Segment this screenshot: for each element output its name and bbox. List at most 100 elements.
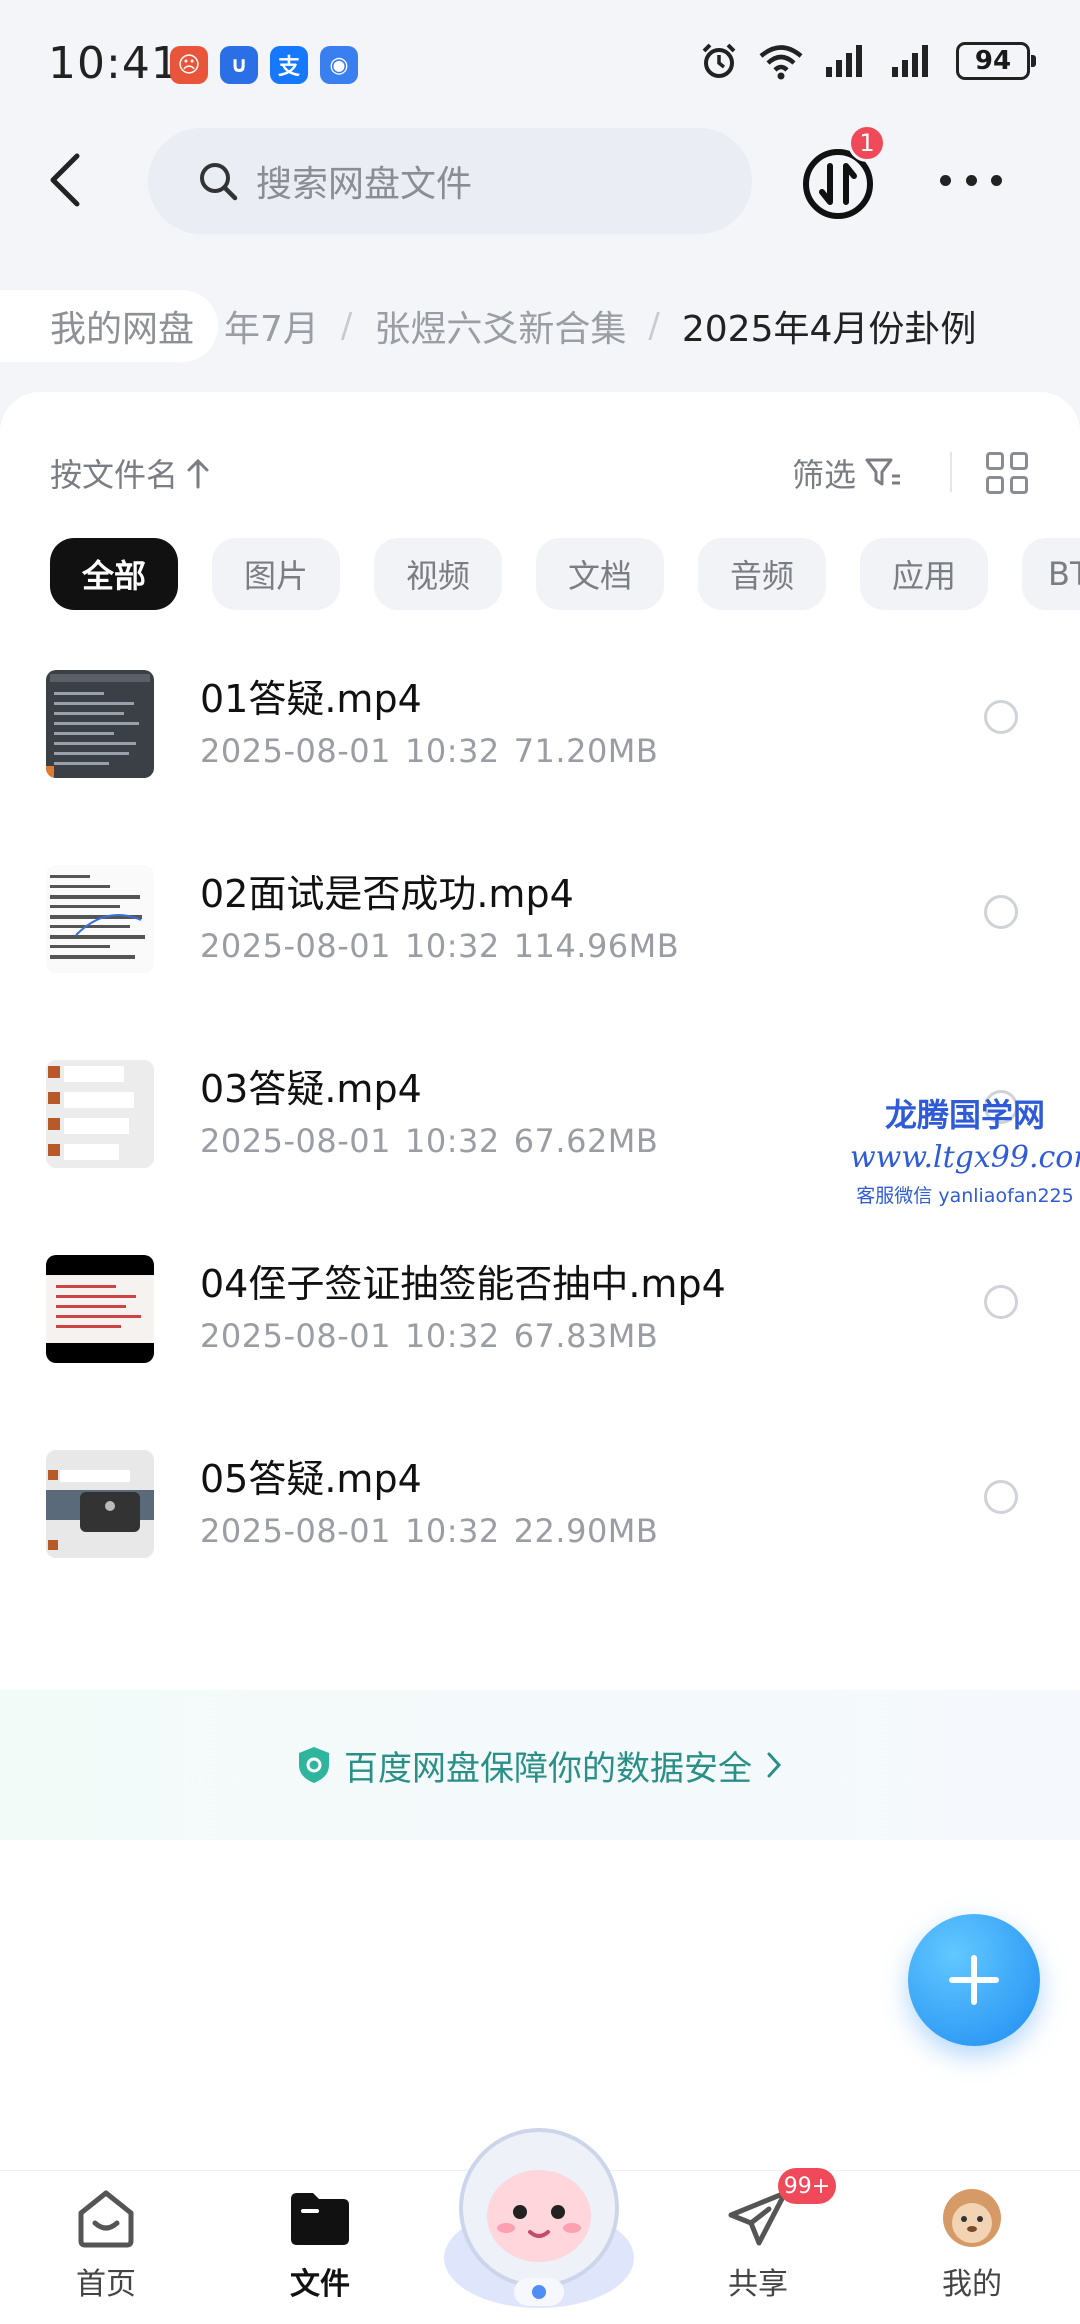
grid-icon: [1010, 452, 1028, 470]
app-notification-icon: ◉: [320, 46, 358, 84]
category-chips: 全部 图片 视频 文档 音频 应用 BT: [50, 538, 1080, 610]
app-notification-icon: ∪: [220, 46, 258, 84]
search-input[interactable]: 搜索网盘文件: [148, 128, 752, 234]
notification-icons: ☹ ∪ 支 ◉: [170, 46, 358, 84]
security-banner[interactable]: 百度网盘保障你的数据安全: [0, 1690, 1080, 1840]
search-icon: [200, 163, 238, 201]
grid-icon: [986, 476, 1004, 494]
avatar: [943, 2189, 1001, 2247]
file-date: 2025-08-01: [200, 1512, 391, 1550]
chip-all[interactable]: 全部: [50, 538, 178, 610]
chip-audio[interactable]: 音频: [698, 538, 826, 610]
more-dot-icon: [965, 174, 977, 186]
signal-icon: [892, 45, 928, 77]
breadcrumb-separator: /: [648, 306, 660, 346]
file-meta: 2025-08-01 10:32 71.20MB: [200, 732, 672, 770]
file-date: 2025-08-01: [200, 927, 391, 965]
video-thumbnail: [46, 1255, 154, 1363]
search-placeholder: 搜索网盘文件: [256, 164, 473, 205]
nav-files-label: 文件: [290, 2267, 350, 2302]
share-badge: 99+: [778, 2168, 836, 2204]
security-text: 百度网盘保障你的数据安全: [344, 1748, 752, 1789]
chip-videos[interactable]: 视频: [374, 538, 502, 610]
file-date: 2025-08-01: [200, 732, 391, 770]
nav-files[interactable]: 文件: [250, 2187, 390, 2303]
grid-view-button[interactable]: [986, 452, 1028, 494]
nav-share-label: 共享: [728, 2267, 788, 2302]
file-name: 01答疑.mp4: [200, 677, 422, 721]
chevron-left-icon: [50, 153, 80, 207]
system-status: 94: [700, 42, 1036, 80]
filter-label: 筛选: [792, 456, 857, 494]
file-date: 2025-08-01: [200, 1317, 391, 1355]
file-list-item[interactable]: 02面试是否成功.mp4 2025-08-01 10:32 114.96MB: [0, 847, 1080, 1042]
add-button[interactable]: [908, 1914, 1040, 2046]
file-time: 10:32: [404, 927, 500, 965]
more-dot-icon: [940, 174, 951, 186]
file-time: 10:32: [404, 732, 500, 770]
file-size: 67.83MB: [513, 1317, 659, 1355]
video-thumbnail: [46, 1450, 154, 1558]
file-meta: 2025-08-01 10:32 67.62MB: [200, 1122, 672, 1160]
file-name: 04侄子签证抽签能否抽中.mp4: [200, 1262, 726, 1306]
video-thumbnail: [46, 1060, 154, 1168]
file-time: 10:32: [404, 1317, 500, 1355]
watermark: 龙腾国学网 www.ltgx99.com 客服微信 yanliaofan225: [850, 1090, 1080, 1208]
breadcrumb-item[interactable]: 年7月: [224, 300, 319, 352]
watermark-contact: 客服微信 yanliaofan225: [856, 1185, 1074, 1207]
file-size: 114.96MB: [513, 927, 680, 965]
folder-icon: [291, 2193, 349, 2245]
arrow-up-icon: [187, 458, 209, 489]
sort-label: 按文件名: [50, 456, 179, 494]
mascot-assistant-button[interactable]: [434, 2108, 644, 2318]
mascot-icon: [444, 2128, 634, 2308]
filter-button[interactable]: 筛选: [792, 450, 902, 496]
toolbar-divider: [950, 452, 952, 492]
filter-icon: [865, 458, 901, 486]
file-list-item[interactable]: 04侄子签证抽签能否抽中.mp4 2025-08-01 10:32 67.83MB: [0, 1237, 1080, 1432]
select-radio[interactable]: [984, 895, 1018, 929]
watermark-title: 龙腾国学网: [884, 1096, 1045, 1134]
sort-button[interactable]: 按文件名: [50, 450, 210, 496]
status-bar: 10:41 ☹ ∪ 支 ◉ 94: [0, 0, 1080, 130]
back-button[interactable]: [30, 140, 100, 220]
file-list-item[interactable]: 05答疑.mp4 2025-08-01 10:32 22.90MB: [0, 1432, 1080, 1627]
chip-documents[interactable]: 文档: [536, 538, 664, 610]
nav-home[interactable]: 首页: [36, 2187, 176, 2303]
select-radio[interactable]: [984, 1285, 1018, 1319]
breadcrumb-separator: /: [340, 306, 353, 346]
file-name: 05答疑.mp4: [200, 1457, 422, 1501]
file-meta: 2025-08-01 10:32 114.96MB: [200, 927, 693, 965]
file-name: 03答疑.mp4: [200, 1067, 422, 1111]
nav-share[interactable]: 共享: [688, 2187, 828, 2303]
chevron-right-icon: [767, 1752, 782, 1778]
battery-indicator: 94: [956, 42, 1036, 80]
signal-icon: [826, 45, 862, 77]
file-time: 10:32: [404, 1122, 500, 1160]
breadcrumb-current: 2025年4月份卦例: [681, 309, 977, 350]
nav-me[interactable]: 我的: [902, 2187, 1042, 2303]
file-meta: 2025-08-01 10:32 67.83MB: [200, 1317, 672, 1355]
chip-apps[interactable]: 应用: [860, 538, 988, 610]
home-icon: [78, 2190, 134, 2248]
file-date: 2025-08-01: [200, 1122, 391, 1160]
breadcrumb-item[interactable]: 张煜六爻新合集: [374, 300, 626, 352]
breadcrumb-root[interactable]: 我的网盘: [0, 290, 219, 362]
status-time: 10:41: [48, 38, 180, 89]
grid-icon: [986, 452, 1004, 470]
chip-images[interactable]: 图片: [212, 538, 340, 610]
select-radio[interactable]: [984, 1480, 1018, 1514]
wifi-icon: [759, 45, 803, 80]
battery-level: 94: [974, 46, 1012, 76]
shield-icon: [299, 1747, 329, 1783]
file-list-item[interactable]: 01答疑.mp4 2025-08-01 10:32 71.20MB: [0, 652, 1080, 847]
more-dot-icon: [991, 174, 1002, 186]
file-size: 67.62MB: [513, 1122, 659, 1160]
chip-bt[interactable]: BT: [1022, 538, 1080, 610]
watermark-url: www.ltgx99.com: [850, 1140, 1080, 1175]
nav-home-label: 首页: [76, 2267, 136, 2302]
nav-me-label: 我的: [942, 2267, 1002, 2302]
select-radio[interactable]: [984, 700, 1018, 734]
file-time: 10:32: [404, 1512, 500, 1550]
more-options-button[interactable]: [940, 160, 1002, 200]
